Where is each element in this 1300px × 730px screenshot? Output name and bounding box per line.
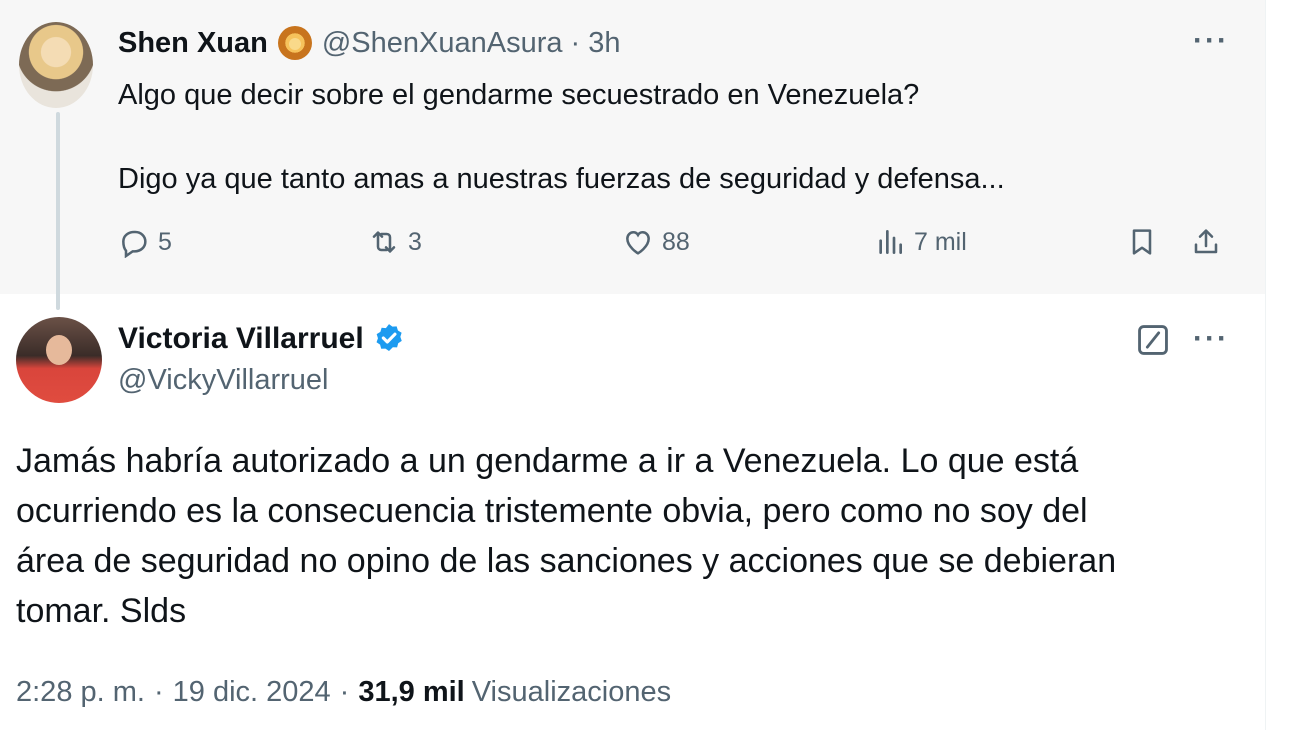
avatar-victoria-villarruel[interactable]	[16, 317, 102, 403]
reply-count: 5	[158, 227, 172, 256]
views-count: 7 mil	[914, 227, 967, 256]
lion-face-icon	[277, 26, 312, 60]
tweet-text-line: área de seguridad no opino de las sancio…	[16, 542, 1117, 580]
main-tweet-header: Victoria Villarruel	[118, 322, 406, 356]
views-total[interactable]: 31,9 mil	[358, 676, 464, 709]
share-button[interactable]	[1190, 226, 1222, 258]
share-icon	[1194, 229, 1218, 254]
thread-connector-line	[56, 112, 60, 310]
action-bar: 5 3 88 7 mil	[118, 226, 1228, 270]
tweet-time[interactable]: 3h	[588, 27, 620, 60]
bookmark-button[interactable]	[1126, 226, 1158, 258]
parent-tweet-text: Algo que decir sobre el gendarme secuest…	[118, 74, 1238, 200]
meta-separator: ·	[339, 676, 350, 708]
repost-count: 3	[408, 227, 422, 256]
tweet-meta: 2:28 p. m. · 19 dic. 2024 · 31,9 mil Vis…	[16, 676, 671, 709]
tweet-text-line: ocurriendo es la consecuencia tristement…	[16, 492, 1088, 530]
author-name[interactable]: Shen Xuan	[118, 27, 268, 60]
like-button[interactable]: 88	[622, 226, 690, 258]
parent-tweet[interactable]: Shen Xuan @ShenXuanAsura · 3h ··· Algo q…	[0, 0, 1265, 294]
views-button[interactable]: 7 mil	[874, 226, 967, 258]
meta-separator: ·	[153, 676, 164, 708]
author-handle[interactable]: @ShenXuanAsura	[322, 27, 563, 60]
avatar-shen-xuan[interactable]	[19, 22, 93, 108]
tweet-text-line: Algo que decir sobre el gendarme secuest…	[118, 79, 920, 111]
views-chart-icon	[879, 230, 902, 254]
tweet-text-line: tomar. Slds	[16, 592, 187, 630]
author-name[interactable]: Victoria Villarruel	[118, 322, 364, 356]
bookmark-icon	[1132, 229, 1152, 255]
verified-badge-icon[interactable]	[372, 322, 406, 356]
grok-icon[interactable]	[1136, 323, 1170, 357]
header-separator: ·	[570, 26, 581, 59]
right-edge-divider	[1265, 0, 1300, 730]
parent-tweet-header: Shen Xuan @ShenXuanAsura · 3h	[118, 26, 620, 60]
main-tweet-text: Jamás habría autorizado a un gendarme a …	[16, 436, 1256, 636]
reply-icon	[122, 230, 147, 258]
repost-button[interactable]: 3	[368, 226, 422, 258]
repost-icon	[372, 231, 396, 253]
tweet-text-line: Digo ya que tanto amas a nuestras fuerza…	[118, 163, 1005, 195]
tweet-text-line: Jamás habría autorizado a un gendarme a …	[16, 442, 1079, 480]
heart-icon	[626, 230, 650, 255]
more-options-icon[interactable]: ···	[1193, 24, 1229, 58]
more-options-icon[interactable]: ···	[1193, 322, 1229, 356]
tweet-time[interactable]: 2:28 p. m.	[16, 676, 145, 709]
author-handle[interactable]: @VickyVillarruel	[118, 364, 329, 397]
like-count: 88	[662, 227, 690, 256]
tweet-date[interactable]: 19 dic. 2024	[173, 676, 331, 709]
reply-button[interactable]: 5	[118, 226, 172, 258]
views-label: Visualizaciones	[471, 676, 672, 708]
